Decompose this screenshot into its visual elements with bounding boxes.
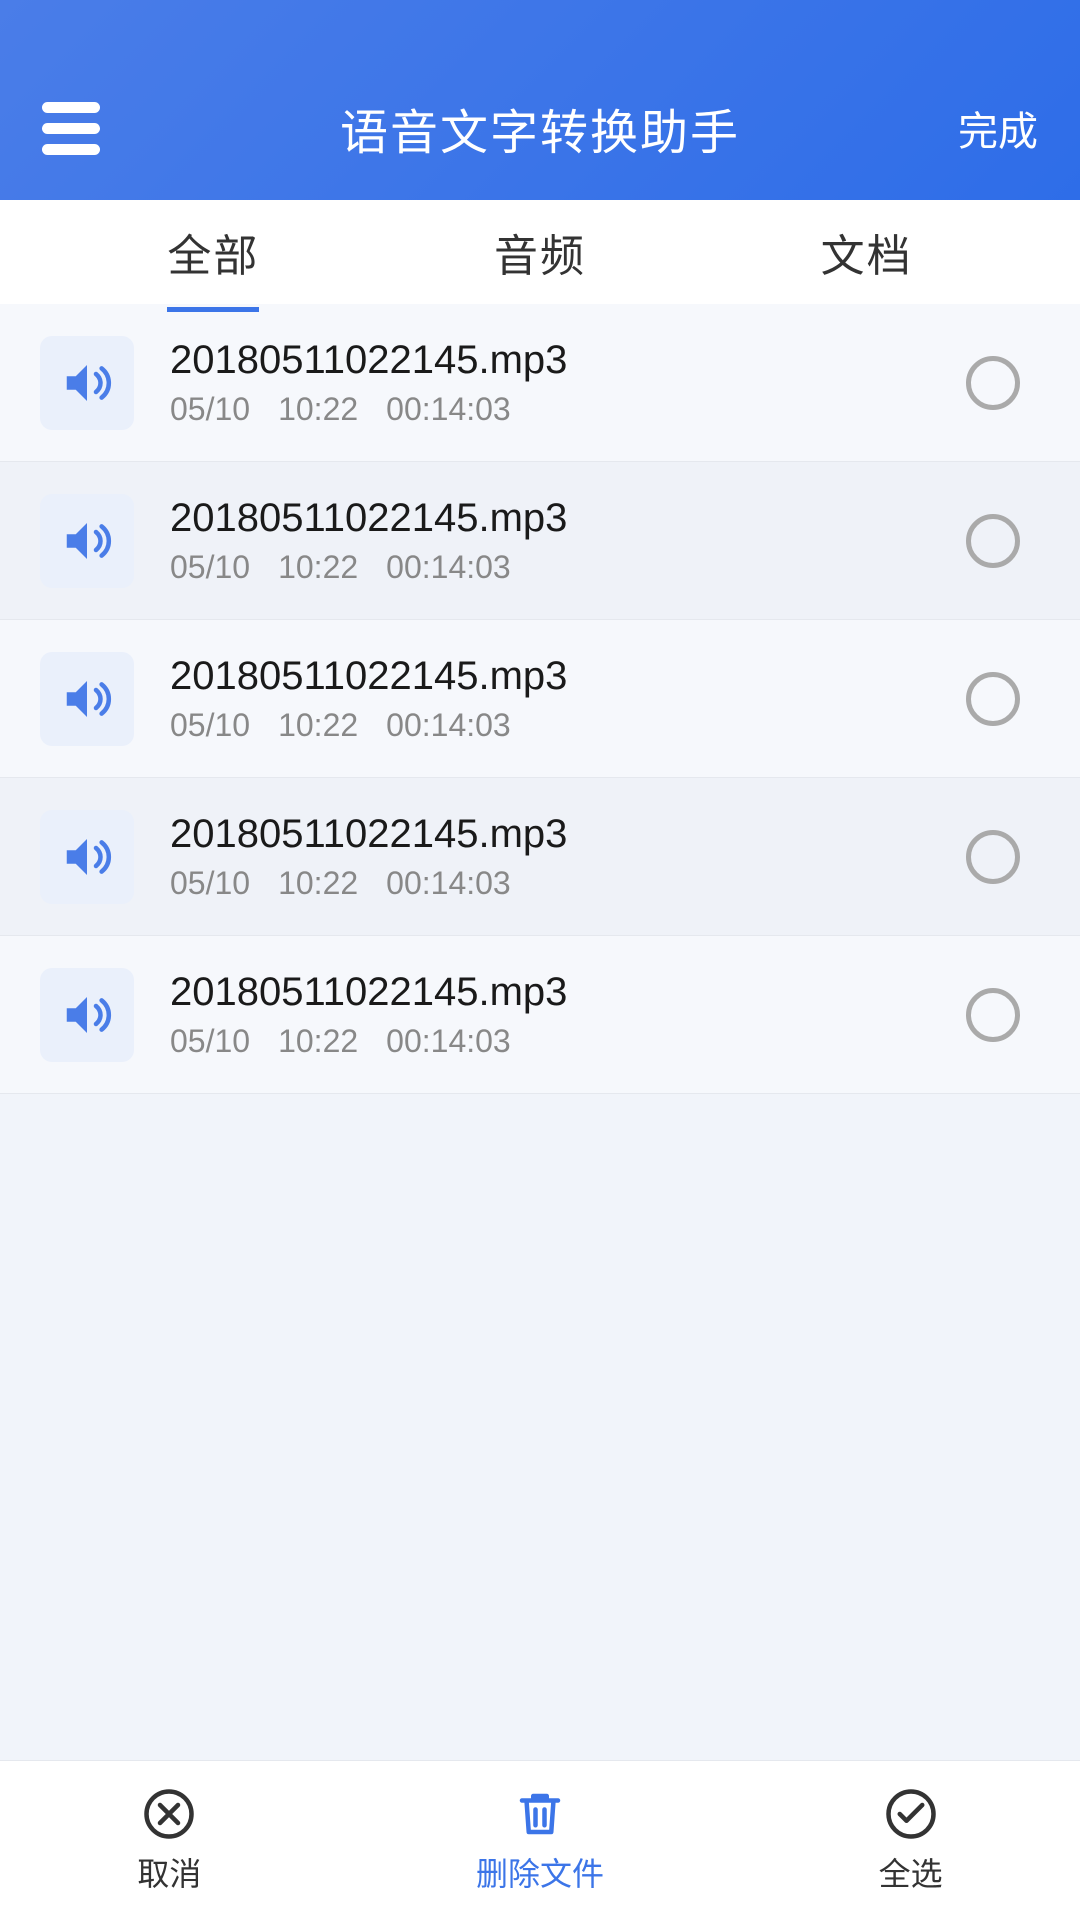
file-time: 10:22 [278, 1023, 358, 1060]
list-item[interactable]: 20180511022145.mp3 05/10 10:22 00:14:03 [0, 620, 1080, 778]
list-item[interactable]: 20180511022145.mp3 05/10 10:22 00:14:03 [0, 936, 1080, 1094]
file-name: 20180511022145.mp3 [170, 496, 966, 541]
close-circle-icon [142, 1787, 196, 1841]
list-item[interactable]: 20180511022145.mp3 05/10 10:22 00:14:03 [0, 462, 1080, 620]
file-meta: 05/10 10:22 00:14:03 [170, 1023, 966, 1060]
done-button[interactable]: 完成 [958, 99, 1038, 157]
file-meta: 05/10 10:22 00:14:03 [170, 391, 966, 428]
file-duration: 00:14:03 [386, 865, 511, 902]
check-circle-icon [884, 1787, 938, 1841]
speaker-icon [40, 810, 134, 904]
file-time: 10:22 [278, 391, 358, 428]
file-meta: 05/10 10:22 00:14:03 [170, 865, 966, 902]
select-radio[interactable] [966, 356, 1020, 410]
file-date: 05/10 [170, 391, 250, 428]
file-time: 10:22 [278, 549, 358, 586]
select-radio[interactable] [966, 514, 1020, 568]
file-duration: 00:14:03 [386, 1023, 511, 1060]
file-info: 20180511022145.mp3 05/10 10:22 00:14:03 [170, 654, 966, 744]
file-list: 20180511022145.mp3 05/10 10:22 00:14:03 … [0, 304, 1080, 1760]
app-header: 语音文字转换助手 完成 [0, 0, 1080, 200]
tab-audio[interactable]: 音频 [494, 200, 586, 304]
file-info: 20180511022145.mp3 05/10 10:22 00:14:03 [170, 970, 966, 1060]
file-name: 20180511022145.mp3 [170, 970, 966, 1015]
file-date: 05/10 [170, 549, 250, 586]
file-name: 20180511022145.mp3 [170, 338, 966, 383]
file-name: 20180511022145.mp3 [170, 812, 966, 857]
cancel-label: 取消 [137, 1849, 201, 1895]
file-date: 05/10 [170, 865, 250, 902]
file-duration: 00:14:03 [386, 549, 511, 586]
file-meta: 05/10 10:22 00:14:03 [170, 707, 966, 744]
select-radio[interactable] [966, 830, 1020, 884]
file-duration: 00:14:03 [386, 391, 511, 428]
file-duration: 00:14:03 [386, 707, 511, 744]
tab-all[interactable]: 全部 [167, 200, 259, 304]
delete-label: 删除文件 [476, 1849, 604, 1895]
file-date: 05/10 [170, 1023, 250, 1060]
speaker-icon [40, 494, 134, 588]
speaker-icon [40, 652, 134, 746]
file-meta: 05/10 10:22 00:14:03 [170, 549, 966, 586]
menu-icon[interactable] [42, 102, 102, 155]
file-time: 10:22 [278, 707, 358, 744]
list-item[interactable]: 20180511022145.mp3 05/10 10:22 00:14:03 [0, 778, 1080, 936]
file-name: 20180511022145.mp3 [170, 654, 966, 699]
select-radio[interactable] [966, 988, 1020, 1042]
speaker-icon [40, 336, 134, 430]
select-all-button[interactable]: 全选 [879, 1787, 943, 1895]
file-time: 10:22 [278, 865, 358, 902]
delete-button[interactable]: 删除文件 [476, 1787, 604, 1895]
tab-doc[interactable]: 文档 [821, 200, 913, 304]
file-info: 20180511022145.mp3 05/10 10:22 00:14:03 [170, 496, 966, 586]
file-date: 05/10 [170, 707, 250, 744]
file-info: 20180511022145.mp3 05/10 10:22 00:14:03 [170, 338, 966, 428]
list-item[interactable]: 20180511022145.mp3 05/10 10:22 00:14:03 [0, 304, 1080, 462]
speaker-icon [40, 968, 134, 1062]
trash-icon [513, 1787, 567, 1841]
cancel-button[interactable]: 取消 [137, 1787, 201, 1895]
tab-bar: 全部 音频 文档 [0, 200, 1080, 304]
select-all-label: 全选 [879, 1849, 943, 1895]
select-radio[interactable] [966, 672, 1020, 726]
page-title: 语音文字转换助手 [340, 93, 740, 163]
bottom-toolbar: 取消 删除文件 全选 [0, 1760, 1080, 1920]
file-info: 20180511022145.mp3 05/10 10:22 00:14:03 [170, 812, 966, 902]
